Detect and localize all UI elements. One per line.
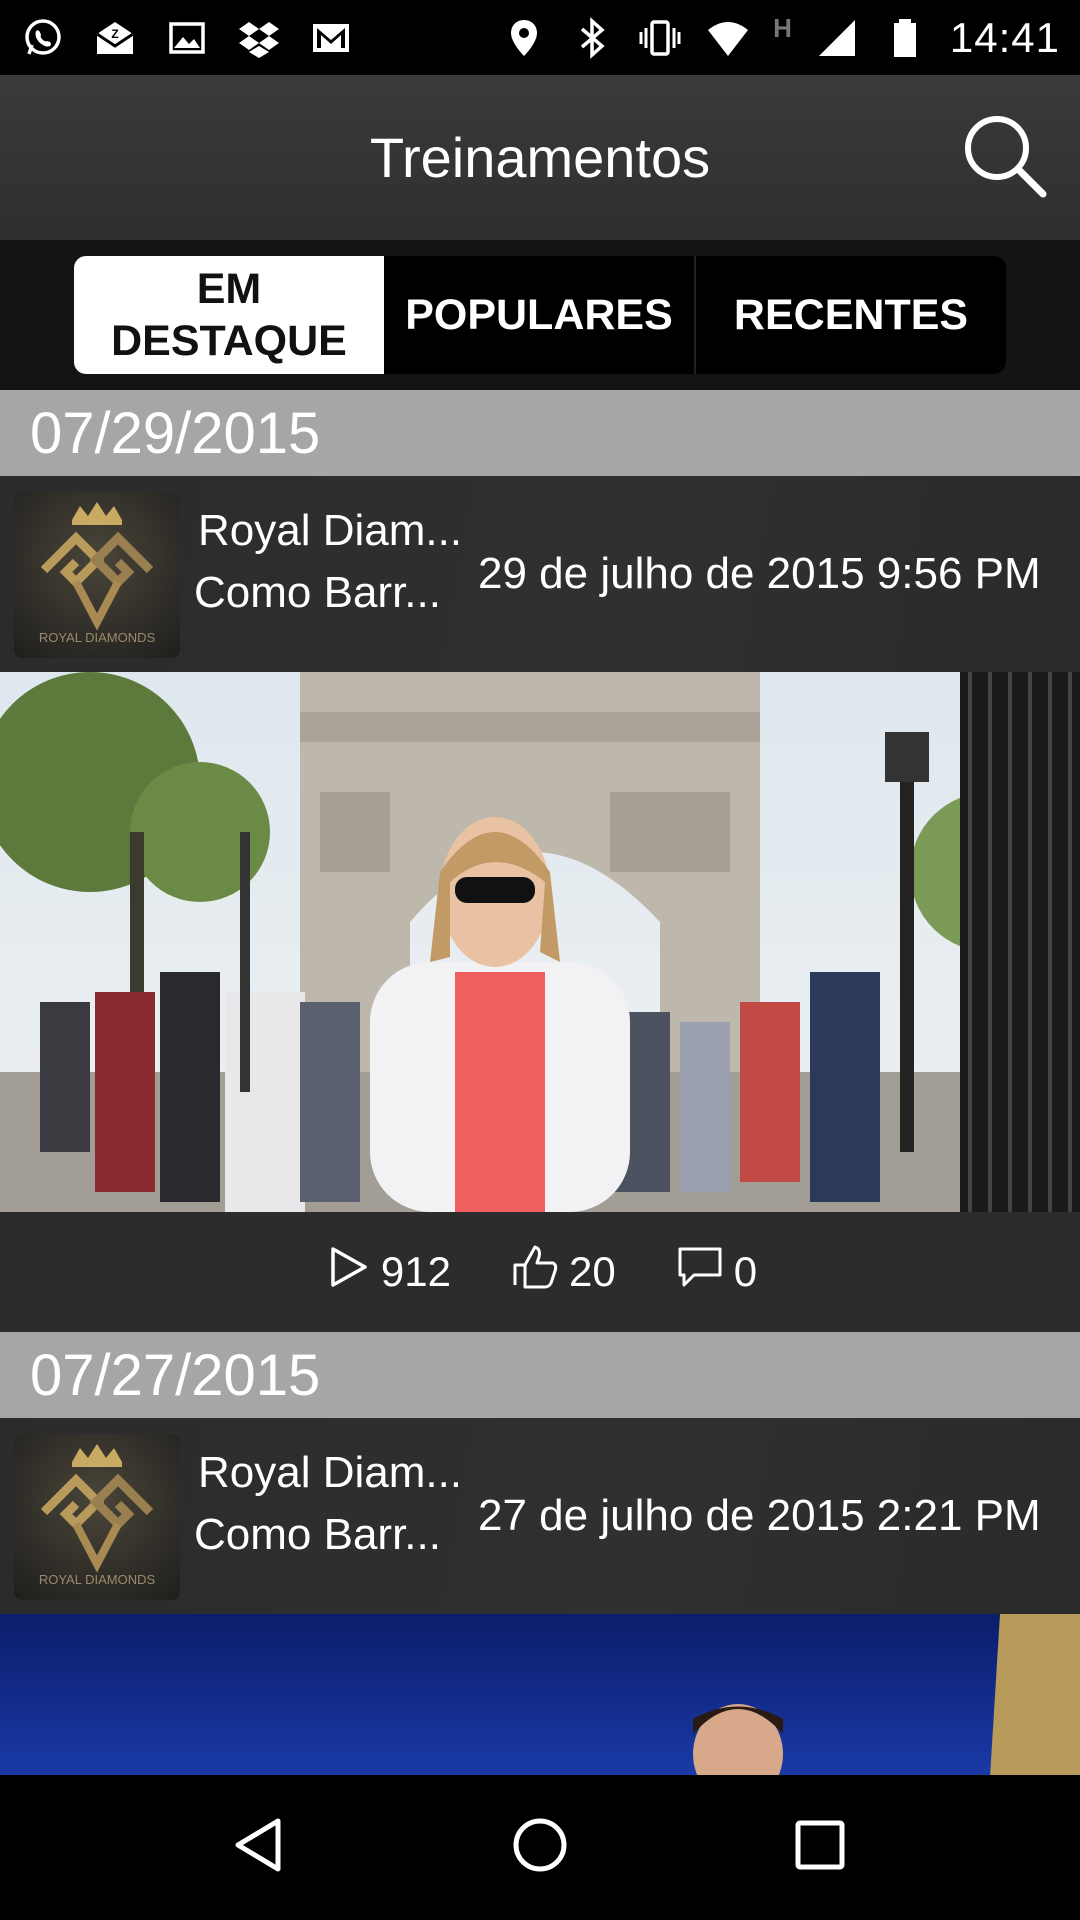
signal-icon [814, 15, 860, 61]
back-icon [230, 1815, 290, 1880]
search-button[interactable] [956, 109, 1052, 205]
recents-button[interactable] [765, 1793, 875, 1903]
comments-stat[interactable]: 0 [676, 1243, 757, 1301]
page-title: Treinamentos [369, 126, 711, 189]
training-feed[interactable]: 07/29/2015 ROYAL DIAMONDS Royal Diam... … [0, 390, 1080, 1775]
post-header[interactable]: ROYAL DIAMONDS Royal Diam... Como Barr..… [0, 476, 1080, 672]
video-thumbnail[interactable] [0, 672, 1080, 1212]
video-thumbnail[interactable] [0, 1614, 1080, 1775]
likes-count: 20 [569, 1248, 616, 1295]
post-timestamp: 27 de julho de 2015 2:21 PM [478, 1491, 1041, 1540]
tab-populares[interactable]: POPULARES [384, 256, 694, 374]
comment-icon [676, 1243, 724, 1301]
play-icon [323, 1243, 371, 1301]
vibrate-icon [637, 15, 683, 61]
location-icon [501, 15, 547, 61]
post-header[interactable]: ROYAL DIAMONDS Royal Diam... Como Barr..… [0, 1418, 1080, 1614]
plays-count: 912 [380, 1248, 451, 1295]
mail-open-icon: Z [92, 15, 138, 61]
post-stats: 912 20 0 [0, 1212, 1080, 1332]
date-header: 07/27/2015 [0, 1332, 1080, 1418]
gmail-icon [308, 15, 354, 61]
svg-text:ROYAL DIAMONDS: ROYAL DIAMONDS [39, 1572, 156, 1587]
thumbs-up-icon [511, 1243, 559, 1301]
bluetooth-icon [569, 15, 615, 61]
tab-bar-container: EM DESTAQUE POPULARES RECENTES [0, 240, 1080, 390]
tab-bar: EM DESTAQUE POPULARES RECENTES [74, 256, 1006, 374]
likes-stat[interactable]: 20 [511, 1243, 616, 1301]
app-bar: Treinamentos [0, 75, 1080, 240]
search-icon [959, 110, 1049, 205]
recents-icon [790, 1815, 850, 1880]
date-header: 07/29/2015 [0, 390, 1080, 476]
svg-text:Z: Z [111, 27, 118, 41]
channel-thumbnail[interactable]: ROYAL DIAMONDS [14, 492, 180, 658]
post-title: Royal Diam... [198, 1448, 458, 1497]
plays-stat: 912 [323, 1243, 451, 1301]
clock: 14:41 [949, 13, 1060, 61]
back-button[interactable] [205, 1793, 315, 1903]
comments-count: 0 [733, 1248, 758, 1295]
tab-label: RECENTES [733, 291, 969, 339]
navigation-bar [0, 1775, 1080, 1920]
image-icon [164, 15, 210, 61]
wifi-icon [705, 15, 751, 61]
whatsapp-icon [20, 15, 66, 61]
status-bar: Z H 14:41 [0, 0, 1080, 75]
dropbox-icon [236, 15, 282, 61]
tab-label: EM DESTAQUE [111, 265, 347, 365]
post-subtitle: Como Barr... [194, 1510, 441, 1559]
post-subtitle: Como Barr... [194, 568, 441, 617]
home-button[interactable] [485, 1793, 595, 1903]
tab-recentes[interactable]: RECENTES [694, 256, 1006, 374]
post-title: Royal Diam... [198, 506, 458, 555]
tab-em-destaque[interactable]: EM DESTAQUE [74, 256, 384, 374]
post-timestamp: 29 de julho de 2015 9:56 PM [478, 549, 1041, 598]
network-type-label: H [773, 13, 792, 43]
svg-text:ROYAL DIAMONDS: ROYAL DIAMONDS [39, 630, 156, 645]
battery-icon [882, 15, 928, 61]
channel-thumbnail[interactable]: ROYAL DIAMONDS [14, 1434, 180, 1600]
tab-label: POPULARES [405, 291, 673, 339]
home-icon [510, 1815, 570, 1880]
